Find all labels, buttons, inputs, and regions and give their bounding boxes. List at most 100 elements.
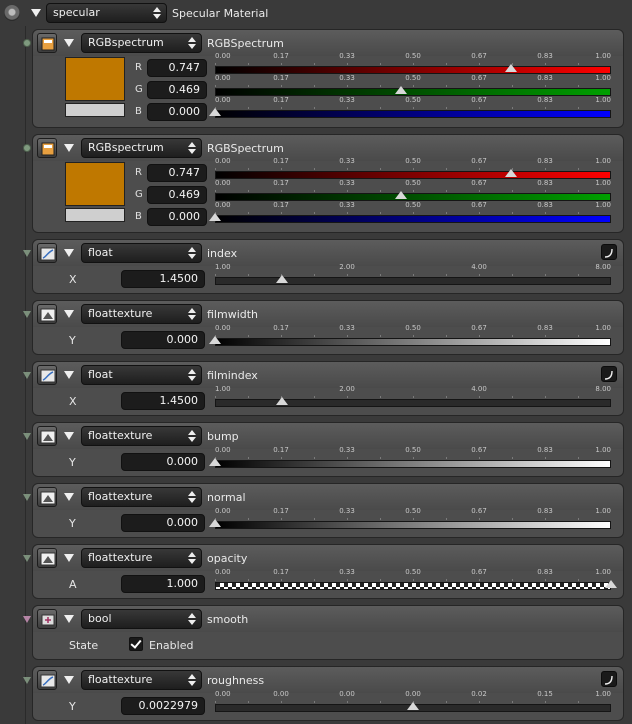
texture-node-icon[interactable]	[37, 304, 57, 324]
channel-value-r[interactable]: 0.747	[147, 164, 207, 182]
node-type-dropdown[interactable]: floattexture	[81, 548, 202, 568]
param-value-field[interactable]: 1.4500	[121, 392, 205, 410]
slider-thumb[interactable]	[209, 336, 221, 344]
curve-node-icon[interactable]	[37, 670, 57, 690]
channel-value-b[interactable]: 0.000	[147, 103, 207, 121]
slider-thumb[interactable]	[276, 397, 289, 405]
channel-value-g[interactable]: 0.469	[147, 81, 207, 99]
param-slider[interactable]: 0.00 0.17 0.33 0.50 0.67 0.83 1.00	[215, 568, 617, 594]
collapse-toggle-icon[interactable]	[64, 554, 74, 562]
param-value-field[interactable]: 0.000	[121, 331, 205, 349]
slider-track[interactable]	[215, 171, 611, 179]
material-type-dropdown[interactable]: specular	[46, 3, 167, 23]
node-type-dropdown[interactable]: float	[81, 365, 202, 385]
slider-track[interactable]	[215, 277, 611, 285]
socket-connector[interactable]	[23, 250, 31, 257]
curve-node-icon[interactable]	[37, 243, 57, 263]
slider-tick-label: 0.00	[215, 201, 231, 209]
param-label: X	[69, 273, 77, 286]
color-swatch[interactable]	[65, 162, 125, 206]
socket-connector[interactable]	[23, 616, 31, 623]
socket-connector[interactable]	[23, 494, 31, 501]
node-type-dropdown[interactable]: floattexture	[81, 304, 202, 324]
slider-thumb[interactable]	[394, 191, 407, 199]
slider-thumb[interactable]	[209, 519, 221, 527]
collapse-toggle-icon[interactable]	[64, 39, 74, 47]
material-node-icon[interactable]	[4, 5, 20, 21]
channel-value-g[interactable]: 0.469	[147, 186, 207, 204]
slider-track[interactable]	[215, 66, 611, 74]
slider-thumb[interactable]	[276, 275, 289, 283]
socket-connector[interactable]	[23, 433, 31, 440]
collapse-toggle-icon[interactable]	[64, 371, 74, 379]
slider-thumb[interactable]	[504, 169, 517, 177]
socket-connector[interactable]	[23, 39, 31, 47]
curve-editor-icon[interactable]	[601, 366, 617, 382]
param-slider[interactable]: 1.00 2.00 4.00 8.00	[215, 263, 611, 289]
channel-slider-b[interactable]: 0.00 0.17 0.33 0.50 0.67 0.83 1.00	[209, 96, 611, 122]
param-value-field[interactable]: 0.000	[121, 453, 205, 471]
socket-connector[interactable]	[23, 144, 31, 152]
curve-editor-icon[interactable]	[601, 244, 617, 260]
slider-track[interactable]	[215, 582, 611, 590]
slider-track[interactable]	[215, 193, 611, 201]
slider-thumb[interactable]	[209, 458, 221, 466]
slider-thumb[interactable]	[407, 702, 419, 710]
param-value-field[interactable]: 0.000	[121, 514, 205, 532]
texture-node-icon[interactable]	[37, 487, 57, 507]
channel-value-r[interactable]: 0.747	[147, 59, 207, 77]
node-type-dropdown[interactable]: floattexture	[81, 487, 202, 507]
collapse-toggle-icon[interactable]	[64, 615, 74, 623]
param-slider[interactable]: 1.00 2.00 4.00 8.00	[215, 385, 611, 411]
curve-node-icon[interactable]	[37, 365, 57, 385]
texture-node-icon[interactable]	[37, 548, 57, 568]
socket-connector[interactable]	[23, 677, 31, 684]
channel-slider-b[interactable]: 0.00 0.17 0.33 0.50 0.67 0.83 1.00	[209, 201, 611, 227]
socket-connector[interactable]	[23, 311, 31, 318]
color-node-icon[interactable]	[37, 33, 57, 53]
collapse-toggle-icon[interactable]	[31, 9, 41, 17]
param-value-field[interactable]: 1.4500	[121, 270, 205, 288]
param-slider[interactable]: 0.00 0.17 0.33 0.50 0.67 0.83 1.00	[209, 507, 611, 533]
slider-track[interactable]	[215, 338, 611, 346]
slider-track[interactable]	[215, 460, 611, 468]
slider-track[interactable]	[215, 521, 611, 529]
node-type-dropdown[interactable]: floattexture	[81, 426, 202, 446]
slider-thumb[interactable]	[605, 580, 617, 588]
node-type-dropdown[interactable]: RGBspectrum	[81, 138, 202, 158]
enabled-checkbox[interactable]	[129, 637, 143, 651]
slider-track[interactable]	[215, 399, 611, 407]
slider-track[interactable]	[215, 110, 611, 118]
collapse-toggle-icon[interactable]	[64, 493, 74, 501]
collapse-toggle-icon[interactable]	[64, 676, 74, 684]
socket-connector[interactable]	[23, 555, 31, 562]
node-type-dropdown[interactable]: RGBspectrum	[81, 33, 202, 53]
param-value-field[interactable]: 0.0022979	[121, 697, 205, 715]
socket-connector[interactable]	[23, 372, 31, 379]
param-value-field[interactable]: 1.000	[121, 575, 205, 593]
collapse-toggle-icon[interactable]	[64, 432, 74, 440]
slider-thumb[interactable]	[504, 64, 517, 72]
slider-tick-label: 0.67	[471, 96, 487, 104]
node-type-dropdown[interactable]: float	[81, 243, 202, 263]
slider-tick-label: 0.33	[339, 507, 355, 515]
channel-value-b[interactable]: 0.000	[147, 208, 207, 226]
texture-node-icon[interactable]	[37, 426, 57, 446]
slider-track[interactable]	[215, 88, 611, 96]
slider-track[interactable]	[215, 215, 611, 223]
color-node-icon[interactable]	[37, 138, 57, 158]
node-type-dropdown[interactable]: bool	[81, 609, 202, 629]
collapse-toggle-icon[interactable]	[64, 310, 74, 318]
param-slider[interactable]: 0.00 0.17 0.33 0.50 0.67 0.83 1.00	[209, 446, 611, 472]
collapse-toggle-icon[interactable]	[64, 249, 74, 257]
color-swatch[interactable]	[65, 57, 125, 101]
collapse-toggle-icon[interactable]	[64, 144, 74, 152]
param-slider[interactable]: 0.00 0.17 0.33 0.50 0.67 0.83 1.00	[209, 324, 611, 350]
slider-thumb[interactable]	[209, 108, 221, 116]
node-type-dropdown[interactable]: floattexture	[81, 670, 202, 690]
bool-node-icon[interactable]	[37, 609, 57, 629]
slider-thumb[interactable]	[209, 213, 221, 221]
curve-editor-icon[interactable]	[601, 671, 617, 687]
slider-thumb[interactable]	[394, 86, 407, 94]
param-slider[interactable]: 0.00 0.00 0.00 0.00 0.02 0.15 1.00	[215, 690, 611, 716]
